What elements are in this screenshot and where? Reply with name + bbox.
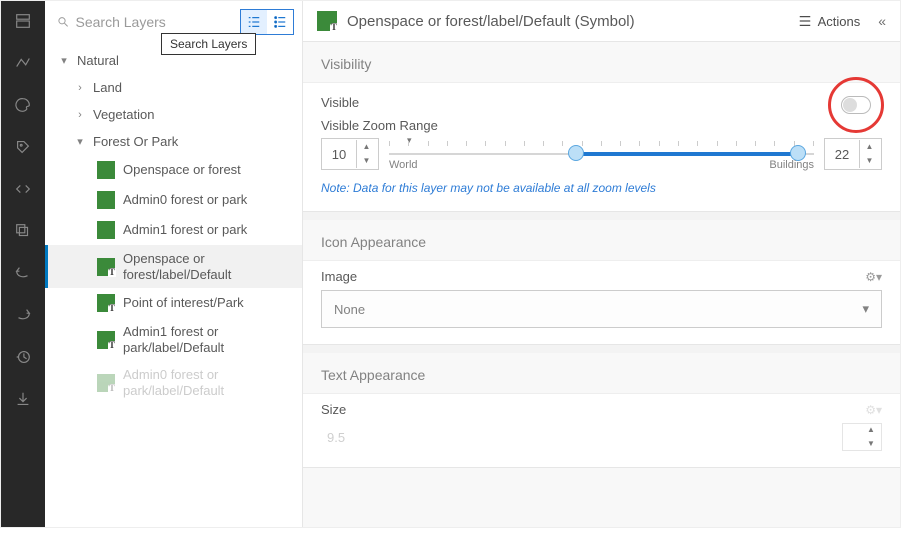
- layer-label: Admin1 forest or park/label/Default: [123, 324, 294, 355]
- panel-title: Openspace or forest/label/Default (Symbo…: [347, 13, 784, 30]
- text-symbol-icon: [97, 331, 115, 349]
- search-input[interactable]: [76, 14, 232, 30]
- size-value: 9.5: [321, 430, 345, 445]
- zoom-max-value[interactable]: [825, 147, 859, 162]
- text-symbol-icon: [317, 11, 337, 31]
- layer-label: Admin0 forest or park: [123, 192, 294, 208]
- slider-cap-buildings: Buildings: [769, 159, 814, 171]
- section-icon-appearance: Icon Appearance Image ⚙▾ None ▾: [303, 220, 900, 345]
- fill-swatch-icon: [97, 161, 115, 179]
- rail-undo-icon[interactable]: [13, 263, 33, 283]
- text-symbol-icon: [97, 294, 115, 312]
- size-stepper[interactable]: ▲▼: [842, 423, 882, 451]
- layers-panel: Search Layers ▾ Natural › Land › Vegetation…: [45, 1, 303, 527]
- layer-poi-park[interactable]: Point of interest/Park: [45, 288, 302, 318]
- zoom-min-input[interactable]: ▲▼: [321, 138, 379, 170]
- step-up-icon[interactable]: ▲: [860, 140, 879, 154]
- step-down-icon[interactable]: ▼: [860, 154, 879, 168]
- view-mode-toggle: [240, 9, 294, 35]
- chevron-right-icon: ›: [75, 109, 85, 121]
- layer-openspace-label-default[interactable]: Openspace or forest/label/Default: [45, 245, 302, 288]
- tree-node-vegetation[interactable]: › Vegetation: [45, 101, 302, 128]
- zoom-min-value[interactable]: [322, 147, 356, 162]
- nav-rail: [1, 1, 45, 527]
- properties-panel: Openspace or forest/label/Default (Symbo…: [303, 1, 900, 527]
- layer-label: Openspace or forest/label/Default: [123, 251, 294, 282]
- step-down-icon[interactable]: ▼: [357, 154, 376, 168]
- layer-admin0-forest[interactable]: Admin0 forest or park: [45, 185, 302, 215]
- search-input-wrap[interactable]: [57, 14, 232, 30]
- step-up-icon[interactable]: ▲: [861, 423, 881, 437]
- layer-admin0-label-default[interactable]: Admin0 forest or park/label/Default: [45, 361, 302, 404]
- rail-palette-icon[interactable]: [13, 95, 33, 115]
- section-visibility: Visibility Visible Visible Zoom Range ▲▼: [303, 42, 900, 212]
- layer-admin1-label-default[interactable]: Admin1 forest or park/label/Default: [45, 318, 302, 361]
- image-value: None: [334, 302, 365, 317]
- chevron-down-icon: ▾: [59, 54, 69, 67]
- gear-icon[interactable]: ⚙▾: [865, 270, 882, 284]
- rail-labels-icon[interactable]: [13, 137, 33, 157]
- chevron-down-icon: ▾: [862, 301, 869, 317]
- step-down-icon[interactable]: ▼: [861, 437, 881, 451]
- fill-swatch-icon: [97, 191, 115, 209]
- tree-label: Forest Or Park: [93, 134, 178, 149]
- rail-redo-icon[interactable]: [13, 305, 33, 325]
- section-title: Visibility: [303, 42, 900, 82]
- layer-label: Admin1 forest or park: [123, 222, 294, 238]
- zoom-range-label: Visible Zoom Range: [321, 118, 882, 137]
- menu-icon: [798, 14, 812, 28]
- section-title: Icon Appearance: [303, 220, 900, 260]
- image-select[interactable]: None ▾: [321, 290, 882, 328]
- tree-label: Land: [93, 80, 122, 95]
- zoom-max-input[interactable]: ▲▼: [824, 138, 882, 170]
- tree-node-forest-or-park[interactable]: ▾ Forest Or Park: [45, 128, 302, 155]
- rail-history-icon[interactable]: [13, 347, 33, 367]
- tree-label: Vegetation: [93, 107, 154, 122]
- text-symbol-icon: [97, 258, 115, 276]
- search-icon: [57, 15, 70, 29]
- view-mode-grouped[interactable]: [241, 10, 267, 34]
- chevron-right-icon: ›: [75, 82, 85, 94]
- tree-node-land[interactable]: › Land: [45, 74, 302, 101]
- visible-label: Visible: [321, 95, 359, 110]
- section-title: Text Appearance: [303, 353, 900, 393]
- zoom-note: Note: Data for this layer may not be ava…: [321, 171, 882, 195]
- rail-path-icon[interactable]: [13, 53, 33, 73]
- rail-code-icon[interactable]: [13, 179, 33, 199]
- layer-admin1-forest[interactable]: Admin1 forest or park: [45, 215, 302, 245]
- section-text-appearance: Text Appearance Size ⚙▾ 9.5 ▲▼: [303, 353, 900, 468]
- gear-icon[interactable]: ⚙▾: [865, 403, 882, 417]
- highlight-circle: [828, 77, 884, 133]
- layer-label: Openspace or forest: [123, 162, 294, 178]
- fill-swatch-icon: [97, 221, 115, 239]
- view-mode-flat[interactable]: [267, 10, 293, 34]
- rail-layers-icon[interactable]: [13, 11, 33, 31]
- actions-menu[interactable]: Actions: [794, 12, 865, 31]
- visible-toggle[interactable]: [841, 96, 871, 114]
- layer-openspace-or-forest[interactable]: Openspace or forest: [45, 155, 302, 185]
- text-symbol-icon: [97, 374, 115, 392]
- rail-copy-icon[interactable]: [13, 221, 33, 241]
- size-label: Size: [321, 402, 346, 417]
- zoom-range-slider[interactable]: ▾ WorldBuildings: [389, 137, 814, 171]
- tree-label: Natural: [77, 53, 119, 68]
- layer-label: Point of interest/Park: [123, 295, 294, 311]
- chevron-down-icon: ▾: [75, 135, 85, 148]
- actions-label: Actions: [818, 14, 861, 29]
- layer-label: Admin0 forest or park/label/Default: [123, 367, 294, 398]
- image-label: Image: [321, 269, 357, 284]
- rail-download-icon[interactable]: [13, 389, 33, 409]
- panel-header: Openspace or forest/label/Default (Symbo…: [303, 1, 900, 42]
- collapse-button[interactable]: «: [878, 13, 886, 29]
- slider-cap-world: World: [389, 159, 418, 171]
- search-tooltip: Search Layers: [161, 33, 256, 55]
- step-up-icon[interactable]: ▲: [357, 140, 376, 154]
